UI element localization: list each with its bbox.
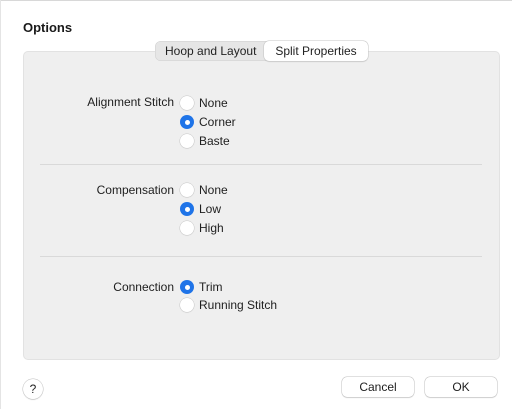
radio-label: None (199, 183, 228, 197)
radio-button-selected[interactable] (180, 280, 194, 294)
compensation-label: Compensation (96, 183, 174, 197)
connection-label: Connection (113, 280, 174, 294)
cancel-button[interactable]: Cancel (342, 377, 414, 397)
connection-option-running-stitch[interactable]: Running Stitch (180, 296, 277, 314)
alignment-stitch-label: Alignment Stitch (87, 95, 174, 109)
compensation-option-high[interactable]: High (180, 219, 224, 237)
tab-bar: Hoop and Layout Split Properties (155, 41, 368, 61)
window-left-edge (0, 0, 1, 409)
radio-label: Baste (199, 134, 230, 148)
tab-hoop-and-layout[interactable]: Hoop and Layout (155, 41, 264, 61)
section-divider (40, 256, 482, 257)
radio-label: High (199, 221, 224, 235)
window-top-edge (0, 0, 512, 1)
radio-label: Low (199, 202, 222, 216)
radio-button-selected[interactable] (180, 115, 194, 129)
compensation-option-low[interactable]: Low (180, 200, 221, 218)
compensation-option-none[interactable]: None (180, 181, 228, 199)
help-button[interactable]: ? (23, 379, 43, 399)
alignment-option-corner[interactable]: Corner (180, 113, 236, 131)
radio-button[interactable] (180, 298, 194, 312)
radio-label: Running Stitch (199, 298, 278, 312)
radio-label: None (199, 96, 228, 110)
alignment-option-baste[interactable]: Baste (180, 132, 230, 150)
radio-button[interactable] (180, 221, 194, 235)
tab-split-properties[interactable]: Split Properties (264, 41, 368, 61)
radio-button-selected[interactable] (180, 202, 194, 216)
connection-option-trim[interactable]: Trim (180, 278, 223, 296)
radio-label: Corner (199, 115, 236, 129)
alignment-option-none[interactable]: None (180, 94, 228, 112)
radio-label: Trim (199, 280, 223, 294)
ok-button[interactable]: OK (425, 377, 497, 397)
section-divider (40, 164, 482, 165)
radio-button[interactable] (180, 183, 194, 197)
dialog-title: Options (23, 20, 73, 35)
radio-button[interactable] (180, 96, 194, 110)
radio-button[interactable] (180, 134, 194, 148)
